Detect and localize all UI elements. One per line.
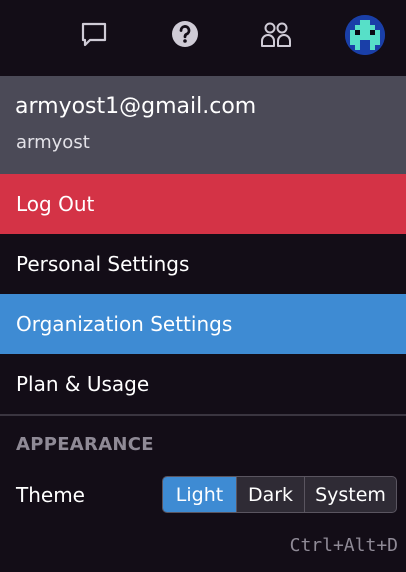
users-icon[interactable]	[260, 18, 292, 50]
theme-label: Theme	[16, 483, 85, 507]
user-email: armyost1@gmail.com	[15, 94, 257, 119]
keyboard-shortcut: Ctrl+Alt+D	[289, 535, 398, 556]
plan-usage-item[interactable]: Plan & Usage	[0, 354, 406, 414]
personal-settings-item[interactable]: Personal Settings	[0, 234, 406, 294]
avatar[interactable]	[345, 15, 385, 55]
logout-button[interactable]: Log Out	[0, 174, 406, 234]
menu-divider	[0, 414, 406, 416]
theme-dark-button[interactable]: Dark	[236, 477, 304, 512]
help-icon[interactable]	[169, 18, 201, 50]
top-icon-bar	[0, 0, 406, 76]
organization-settings-item[interactable]: Organization Settings	[0, 294, 406, 354]
theme-selector: Light Dark System	[162, 476, 397, 513]
theme-light-button[interactable]: Light	[163, 477, 236, 512]
user-username: armyost	[16, 132, 90, 153]
theme-system-button[interactable]: System	[304, 477, 396, 512]
chat-icon[interactable]	[78, 18, 110, 50]
appearance-section-label: APPEARANCE	[16, 434, 154, 455]
user-menu: armyost1@gmail.com armyost Log Out Perso…	[0, 0, 406, 572]
user-header: armyost1@gmail.com armyost	[0, 76, 406, 174]
